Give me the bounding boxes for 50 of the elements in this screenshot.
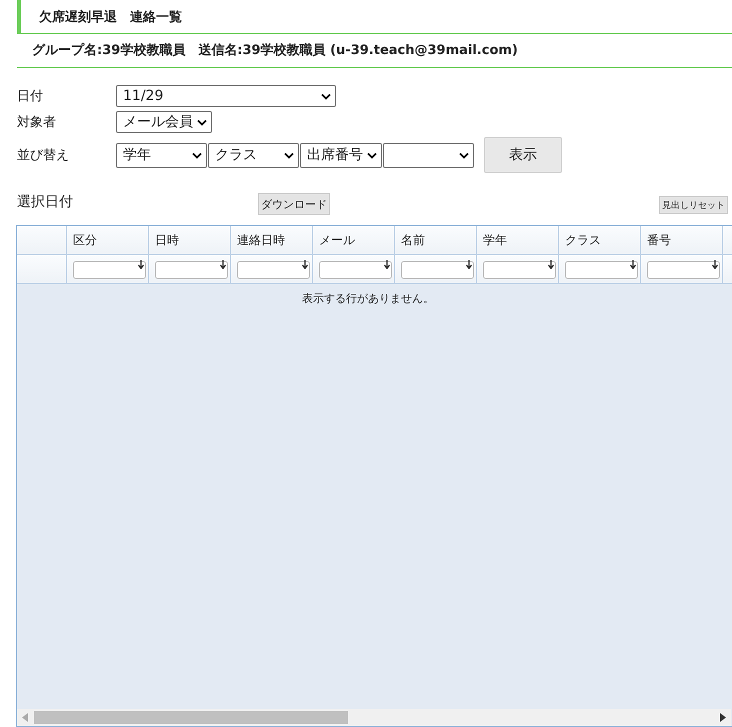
column-header[interactable]: 名前 [395, 226, 477, 254]
right-arrow-icon[interactable] [720, 713, 726, 722]
dropdown[interactable]: クラス [208, 142, 299, 168]
arrow-down-icon [220, 260, 226, 269]
header-reset-button[interactable]: 見出しリセット [659, 196, 728, 214]
dropdown[interactable]: 学年 [116, 142, 207, 168]
arrow-down-icon [712, 260, 718, 269]
filter-field[interactable] [319, 261, 392, 279]
download-button[interactable]: ダウンロード [258, 193, 330, 215]
arrow-down-icon [138, 260, 144, 269]
column-header[interactable]: メール [313, 226, 395, 254]
chevron-down-icon [459, 152, 469, 158]
column-header[interactable]: 番号 [641, 226, 723, 254]
filter-field[interactable] [155, 261, 228, 279]
field-label: 並び替え [17, 147, 70, 164]
filter-field[interactable] [73, 261, 146, 279]
grid-caption: 選択日付 [17, 193, 73, 211]
arrow-down-icon [548, 260, 554, 269]
chevron-down-icon [197, 118, 207, 126]
column-header[interactable]: 連絡日時 [231, 226, 313, 254]
filter-field[interactable] [237, 261, 310, 279]
filter-field[interactable] [401, 261, 474, 279]
arrow-down-icon [302, 260, 308, 269]
arrow-down-icon [384, 260, 390, 269]
chevron-down-icon [367, 152, 377, 158]
dropdown[interactable]: 11/29 [116, 85, 336, 107]
filter-field[interactable] [647, 261, 720, 279]
field-label: 対象者 [17, 114, 57, 131]
dropdown[interactable] [383, 142, 474, 168]
page-title: 欠席遅刻早退 連絡一覧 [39, 8, 182, 26]
group-info: グループ名:39学校教職員 送信名:39学校教職員 (u-39.teach@39mail.com) [17, 34, 732, 68]
chevron-down-icon [192, 152, 202, 158]
chevron-down-icon [284, 152, 294, 158]
arrow-down-icon [466, 260, 472, 269]
scrollbar-thumb[interactable] [34, 711, 348, 724]
column-header[interactable]: クラス [559, 226, 641, 254]
arrow-down-icon [630, 260, 636, 269]
left-arrow-icon[interactable] [22, 713, 28, 722]
filter-field[interactable] [565, 261, 638, 279]
column-header[interactable]: 区分 [67, 226, 149, 254]
column-header[interactable]: 日時 [149, 226, 231, 254]
column-header[interactable]: 学年 [477, 226, 559, 254]
empty-message: 表示する行がありません。 [302, 291, 434, 306]
field-label: 日付 [17, 88, 44, 105]
show-button[interactable]: 表示 [484, 137, 562, 173]
chevron-down-icon [321, 92, 331, 100]
horizontal-scrollbar[interactable] [17, 709, 731, 726]
filter-field[interactable] [483, 261, 556, 279]
dropdown[interactable]: 出席番号 [300, 142, 382, 168]
dropdown[interactable]: メール会員 [116, 111, 212, 133]
